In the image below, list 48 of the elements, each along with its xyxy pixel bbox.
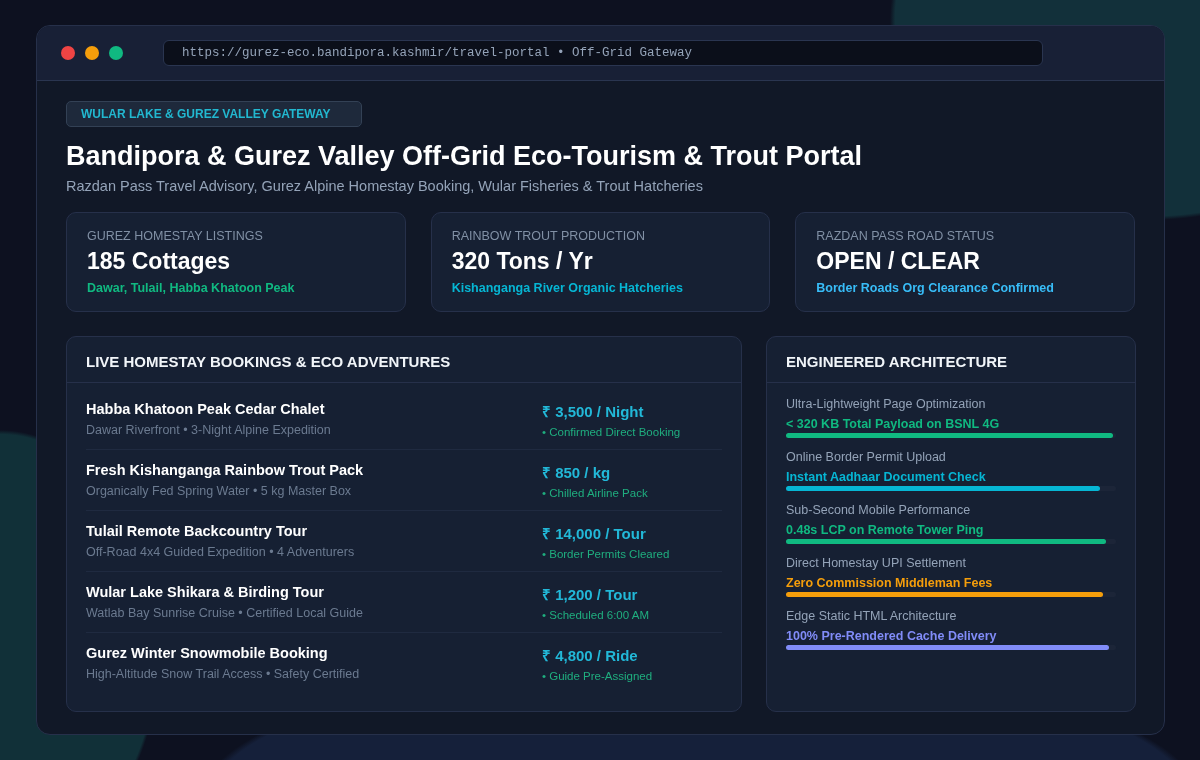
metric-label: Direct Homestay UPI Settlement (786, 556, 967, 570)
stat-value: 320 Tons / Yr (451, 248, 594, 275)
stat-note: Border Roads Org Clearance Confirmed (816, 281, 1055, 295)
page-title: Bandipora & Gurez Valley Off-Grid Eco-Tourism & Trout Portal (66, 141, 864, 172)
panel-title: LIVE HOMESTAY BOOKINGS & ECO ADVENTURES (67, 337, 741, 383)
booking-name[interactable]: Tulail Remote Backcountry Tour (86, 523, 542, 539)
booking-name[interactable]: Habba Khatoon Peak Cedar Chalet (86, 401, 542, 417)
booking-name[interactable]: Gurez Winter Snowmobile Booking (86, 645, 542, 661)
booking-status: • Guide Pre-Assigned (542, 669, 654, 682)
stat-label: GUREZ HOMESTAY LISTINGS (87, 229, 264, 243)
metric-value: Instant Aadhaar Document Check (786, 470, 987, 484)
stat-label: RAINBOW TROUT PRODUCTION (451, 229, 646, 243)
booking-name[interactable]: Wular Lake Shikara & Birding Tour (86, 584, 542, 600)
booking-price: ₹ 14,000 / Tour (542, 523, 647, 543)
stat-label: RAZDAN PASS ROAD STATUS (816, 229, 996, 243)
booking-price: ₹ 4,800 / Ride (542, 645, 639, 665)
booking-price: ₹ 850 / kg (542, 462, 612, 482)
metric-label: Online Border Permit Upload (786, 450, 947, 464)
page-subtitle: Razdan Pass Travel Advisory, Gurez Alpine Homestay Booking, Wular Fisheries & Trout Hatcheries (66, 178, 704, 194)
minimize-dot[interactable] (85, 46, 99, 60)
metric-value: 0.48s LCP on Remote Tower Ping (786, 523, 985, 537)
booking-detail: Organically Fed Spring Water • 5 kg Master Box (86, 484, 353, 498)
stat-note: Dawar, Tulail, Habba Khatoon Peak (87, 281, 296, 295)
booking-detail: Dawar Riverfront • 3-Night Alpine Expedition (86, 423, 332, 437)
maximize-dot[interactable] (109, 46, 123, 60)
booking-price: ₹ 3,500 / Night (542, 401, 645, 421)
metric-value: Zero Commission Middleman Fees (786, 576, 994, 590)
stat-value: OPEN / CLEAR (816, 248, 981, 275)
metric-label: Sub-Second Mobile Performance (786, 503, 972, 517)
address-bar[interactable]: https://gurez-eco.bandipora.kashmir/travel-portal • Off-Grid Gateway (163, 40, 1043, 66)
metric-value: < 320 KB Total Payload on BSNL 4G (786, 417, 1001, 431)
stat-note: Kishanganga River Organic Hatcheries (451, 281, 684, 295)
booking-name[interactable]: Fresh Kishanganga Rainbow Trout Pack (86, 462, 542, 478)
close-dot[interactable] (61, 46, 75, 60)
metric-value: 100% Pre-Rendered Cache Delivery (786, 629, 998, 643)
metric-label: Ultra-Lightweight Page Optimization (786, 397, 987, 411)
panel-title: ENGINEERED ARCHITECTURE (767, 337, 1135, 383)
booking-detail: Watlab Bay Sunrise Cruise • Certified Local Guide (86, 606, 364, 620)
booking-status: • Chilled Airline Pack (542, 486, 649, 499)
stat-value: 185 Cottages (87, 248, 232, 275)
booking-price: ₹ 1,200 / Tour (542, 584, 639, 604)
booking-status: • Scheduled 6:00 AM (542, 608, 650, 621)
booking-detail: Off-Road 4x4 Guided Expedition • 4 Adventurers (86, 545, 356, 559)
booking-detail: High-Altitude Snow Trail Access • Safety Certified (86, 667, 361, 681)
section-tag: WULAR LAKE & GUREZ VALLEY GATEWAY (66, 101, 362, 127)
booking-status: • Confirmed Direct Booking (542, 425, 682, 438)
metric-label: Edge Static HTML Architecture (786, 609, 958, 623)
booking-status: • Border Permits Cleared (542, 547, 671, 560)
